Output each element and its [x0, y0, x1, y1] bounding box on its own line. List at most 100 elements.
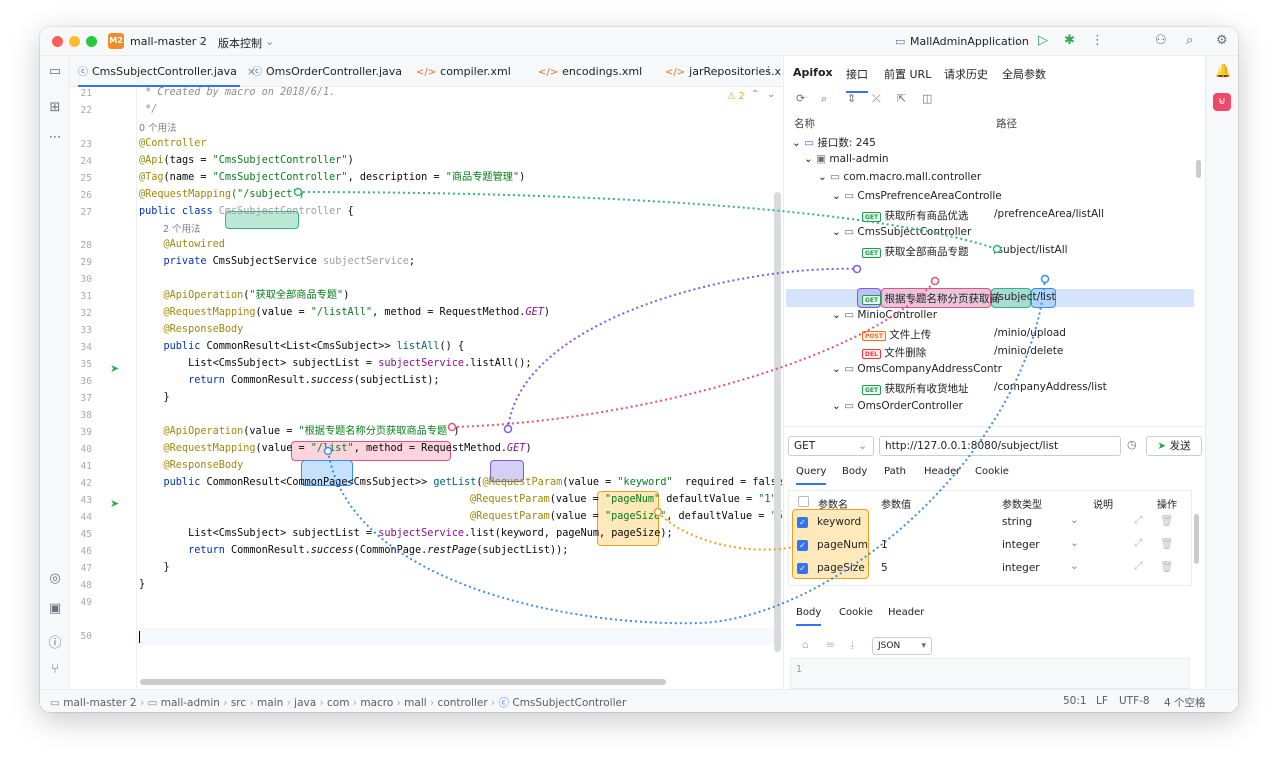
- tree-endpoint[interactable]: DEL 文件删除: [862, 345, 926, 360]
- tree-endpoint[interactable]: POST 文件上传: [862, 327, 931, 342]
- chevron-up-icon[interactable]: ⌃: [751, 89, 759, 100]
- tree-endpoint[interactable]: GET 获取所有收货地址: [862, 381, 968, 396]
- param-type[interactable]: integer: [1002, 539, 1040, 551]
- chevron-down-icon[interactable]: ⌄: [1070, 537, 1079, 549]
- expand-icon[interactable]: ⇕: [847, 92, 856, 105]
- tab-header[interactable]: Header: [924, 466, 960, 477]
- expand-icon[interactable]: ⤢: [1134, 514, 1142, 527]
- search-icon[interactable]: ⌕: [821, 92, 827, 106]
- trash-icon[interactable]: 🗑: [1160, 537, 1173, 550]
- tree-folder[interactable]: ⌄ ▭ OmsCompanyAddressContr: [832, 363, 1002, 375]
- tab-cookie[interactable]: Cookie: [975, 466, 1009, 477]
- param-checkbox[interactable]: ✓: [797, 539, 808, 551]
- apifox-icon[interactable]: ⊌: [1213, 93, 1231, 111]
- tree-scrollbar[interactable]: [1196, 160, 1201, 178]
- tab-encodings-xml[interactable]: </> encodings.xml: [538, 56, 642, 87]
- more-icon[interactable]: ⋮: [763, 64, 774, 77]
- services-icon[interactable]: ◎: [47, 571, 63, 586]
- tab-compiler-xml[interactable]: </> compiler.xml: [416, 56, 511, 87]
- chevron-down-icon[interactable]: ⌄: [767, 89, 775, 100]
- param-name[interactable]: keyword: [817, 516, 861, 528]
- usage-hint[interactable]: 2 个用法: [163, 221, 201, 235]
- wrap-icon[interactable]: ≡: [826, 639, 835, 651]
- more-icon[interactable]: ⋮: [1091, 33, 1104, 48]
- close-window-button[interactable]: [52, 36, 63, 47]
- clear-icon[interactable]: ⌂: [802, 639, 809, 651]
- tab-history[interactable]: 请求历史: [944, 66, 988, 82]
- breadcrumb-item[interactable]: mall-admin: [161, 697, 220, 709]
- add-user-icon[interactable]: ⚇: [1155, 33, 1167, 48]
- send-request-icon[interactable]: ➤: [110, 362, 119, 375]
- file-encoding[interactable]: UTF-8: [1119, 695, 1150, 707]
- param-name[interactable]: pageNum: [817, 539, 868, 551]
- tree-folder[interactable]: ⌄ ▭ MinioController: [832, 309, 937, 321]
- layout-icon[interactable]: ◫: [922, 92, 932, 105]
- tab-prefix-url[interactable]: 前置 URL: [884, 66, 931, 82]
- bell-icon[interactable]: 🔔: [1215, 64, 1231, 79]
- refresh-icon[interactable]: ⟳: [796, 92, 805, 105]
- minimize-window-button[interactable]: [69, 36, 80, 47]
- expand-icon[interactable]: ⤢: [1134, 537, 1142, 550]
- warning-icon[interactable]: ⚠ 2: [727, 91, 745, 102]
- problems-icon[interactable]: ⓘ: [47, 632, 63, 651]
- folder-icon[interactable]: ▭: [47, 64, 63, 79]
- trash-icon[interactable]: 🗑: [1160, 560, 1173, 573]
- tab-cms-subject-controller[interactable]: ⓒ CmsSubjectController.java ×: [78, 56, 256, 87]
- breadcrumb-item[interactable]: java: [294, 697, 316, 709]
- breadcrumb-item[interactable]: com: [327, 697, 349, 709]
- cursor-position[interactable]: 50:1: [1063, 695, 1087, 707]
- debug-icon[interactable]: ✱: [1064, 33, 1075, 48]
- chevron-down-icon[interactable]: ⌄: [1070, 560, 1079, 572]
- params-scrollbar[interactable]: [1194, 514, 1199, 564]
- search-icon[interactable]: ⌕: [1186, 33, 1193, 48]
- more-icon[interactable]: ⋯: [47, 130, 63, 145]
- send-request-icon[interactable]: ➤: [110, 497, 119, 510]
- breadcrumb-item[interactable]: mall-master 2: [63, 697, 136, 709]
- tree-root[interactable]: ⌄ ▭ 接口数: 245: [792, 135, 876, 150]
- editor-vertical-scrollbar[interactable]: [774, 192, 781, 652]
- param-value[interactable]: 5: [881, 562, 888, 574]
- trash-icon[interactable]: 🗑: [1160, 514, 1173, 527]
- breadcrumb-item[interactable]: macro: [360, 697, 393, 709]
- tree-folder[interactable]: ⌄ ▭ OmsOrderController: [832, 400, 963, 412]
- tab-query[interactable]: Query: [796, 466, 827, 485]
- tree-folder[interactable]: ⌄ ▭ CmsPrefrenceAreaControlle: [832, 190, 1002, 202]
- line-separator[interactable]: LF: [1096, 695, 1108, 707]
- param-value[interactable]: 1: [881, 539, 888, 551]
- run-config-selector[interactable]: MallAdminApplication: [910, 35, 1029, 48]
- tab-response-body[interactable]: Body: [796, 607, 822, 626]
- editor-horizontal-scrollbar[interactable]: [140, 679, 666, 685]
- select-all-checkbox[interactable]: [798, 496, 809, 508]
- tree-endpoint-selected[interactable]: GET 根据专题名称分页获取商: [862, 291, 1000, 306]
- tree-package[interactable]: ⌄ ▭ com.macro.mall.controller: [818, 171, 981, 183]
- tab-api[interactable]: 接口: [846, 66, 868, 93]
- history-icon[interactable]: ◷: [1127, 438, 1137, 451]
- indent-setting[interactable]: 4 个空格: [1164, 695, 1206, 710]
- param-checkbox[interactable]: ✓: [797, 562, 808, 574]
- breadcrumb-item[interactable]: mall: [404, 697, 427, 709]
- param-checkbox[interactable]: ✓: [797, 516, 808, 528]
- locate-icon[interactable]: ⇱: [897, 92, 906, 105]
- breadcrumb-item[interactable]: main: [257, 697, 283, 709]
- zoom-window-button[interactable]: [86, 36, 97, 47]
- breadcrumb-item[interactable]: src: [231, 697, 246, 709]
- tree-endpoint[interactable]: GET 获取全部商品专题: [862, 244, 968, 259]
- send-button[interactable]: ➤ 发送: [1146, 436, 1202, 456]
- breadcrumb-item[interactable]: controller: [438, 697, 488, 709]
- breadcrumb-item[interactable]: CmsSubjectController: [512, 697, 626, 709]
- tree-folder[interactable]: ⌄ ▭ CmsSubjectController: [832, 226, 971, 238]
- collapse-icon[interactable]: ⤫: [872, 92, 881, 106]
- project-name[interactable]: mall-master 2: [130, 35, 207, 48]
- param-type[interactable]: string: [1002, 516, 1032, 528]
- tab-response-header[interactable]: Header: [888, 607, 924, 618]
- download-icon[interactable]: ⤓: [850, 639, 855, 652]
- response-format-select[interactable]: JSON ▾: [872, 637, 932, 655]
- tab-path[interactable]: Path: [884, 466, 906, 477]
- vcs-menu[interactable]: 版本控制: [218, 35, 262, 51]
- terminal-icon[interactable]: ▣: [47, 601, 63, 616]
- run-icon[interactable]: ▷: [1038, 33, 1048, 48]
- param-type[interactable]: integer: [1002, 562, 1040, 574]
- usage-hint[interactable]: 0 个用法: [139, 120, 177, 134]
- response-body-area[interactable]: [790, 658, 1190, 689]
- tree-endpoint[interactable]: GET 获取所有商品优选: [862, 208, 968, 223]
